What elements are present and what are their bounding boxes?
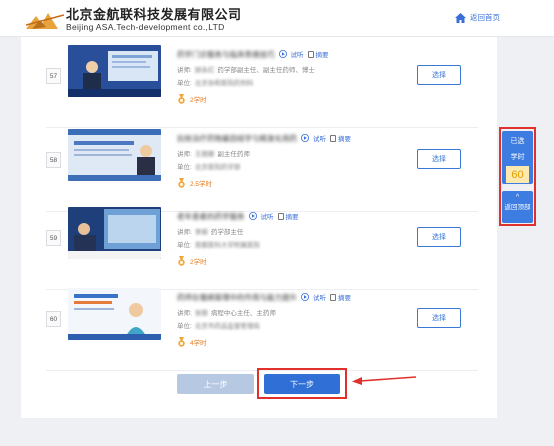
company-logo-icon [26,13,64,29]
document-icon [307,50,314,58]
selected-label: 已选 [510,138,525,145]
trial-link[interactable]: 试听 [313,292,326,302]
course-item: 59 老年患者的药学服务 试听 摘要 讲师: 李娟 药学部主任 单位: 首都医科… [46,202,478,290]
handout-link[interactable]: 摘要 [330,133,351,143]
lecturer-line: 讲师: 张丽 病程中心主任、主药师 [177,310,276,317]
course-hours: 2学时 [177,94,417,104]
course-thumbnail[interactable] [68,129,161,181]
document-icon [330,293,336,301]
company-name: 北京金航联科技发展有限公司 [66,8,242,23]
play-icon [301,134,309,142]
unit-line: 单位: 首都医科大学附属医院 [177,242,260,249]
select-button[interactable]: 选择 [417,149,461,169]
next-step-button[interactable]: 下一步 [264,374,340,394]
medal-icon [178,178,185,188]
home-icon [455,12,466,23]
annotation-arrow-icon [352,376,416,385]
course-number: 57 [46,68,61,84]
back-to-top-button[interactable]: ^ 返回顶部 [502,191,533,223]
select-button[interactable]: 选择 [417,227,461,247]
play-icon [301,293,309,301]
back-to-top-label: 返回顶部 [504,204,531,211]
home-link[interactable]: 返回首页 [455,12,500,23]
select-button[interactable]: 选择 [417,308,461,328]
play-icon [248,212,257,220]
course-hours: 4学时 [177,337,417,347]
lecturer-line: 讲师: 李娟 药学部主任 [177,229,244,236]
select-button[interactable]: 选择 [417,65,461,85]
trial-link[interactable]: 试听 [291,49,304,59]
caret-up-icon: ^ [515,194,520,201]
lecturer-line: 讲师: 顾永红 药学部副主任、副主任药师、博士 [177,67,315,74]
company-name-en: Beijing ASA.Tech-development co.,LTD [66,22,225,32]
lecturer-line: 讲师: 王丽娜 副主任药师 [177,151,250,158]
home-label: 返回首页 [470,13,500,22]
medal-icon [178,94,185,104]
course-thumbnail[interactable] [68,45,161,97]
course-hours: 2.5学时 [177,178,417,188]
course-number: 59 [46,230,61,246]
course-hours: 2学时 [177,256,417,266]
unit-line: 单位: 北京协和医院药剂科 [177,80,254,87]
selected-hours-box: 已选 学时 60 [502,131,533,184]
unit-line: 单位: 北京市药品监督管理局 [177,323,260,330]
play-icon [278,50,287,58]
course-title[interactable]: 抗栓治疗药物基因组学与精准化用药 [177,133,297,144]
course-thumbnail[interactable] [68,207,161,259]
course-number: 60 [46,311,61,327]
medal-icon [178,337,185,347]
handout-link[interactable]: 摘要 [277,211,299,221]
selected-hours-count: 60 [506,166,529,183]
trial-link[interactable]: 试听 [313,133,326,143]
course-title[interactable]: 老年患者的药学服务 [177,211,245,222]
medal-icon [178,256,185,266]
document-icon [277,212,284,220]
course-title[interactable]: 药学门诊服务与临床思维技巧 [177,49,275,60]
course-item: 60 药师在慢病管理中的作用与能力提升 试听 摘要 讲师: 张丽 病程中心主任、… [46,283,478,371]
document-icon [330,134,336,142]
course-title[interactable]: 药师在慢病管理中的作用与能力提升 [177,292,297,303]
unit-line: 单位: 北京医院药学部 [177,164,241,171]
course-number: 58 [46,152,61,168]
hours-label: 学时 [510,154,525,161]
trial-link[interactable]: 试听 [261,211,274,221]
handout-link[interactable]: 摘要 [330,292,351,302]
course-thumbnail[interactable] [68,288,161,340]
course-item: 58 抗栓治疗药物基因组学与精准化用药 试听 摘要 讲师: 王丽娜 副主任药师 … [46,124,478,212]
prev-step-button[interactable]: 上一步 [177,374,254,394]
handout-link[interactable]: 摘要 [307,49,329,59]
top-bar: 北京金航联科技发展有限公司 Beijing ASA.Tech-developme… [0,0,554,37]
course-item: 57 药学门诊服务与临床思维技巧 试听 摘要 讲师: 顾永红 药学部副主任、副主… [46,40,478,128]
